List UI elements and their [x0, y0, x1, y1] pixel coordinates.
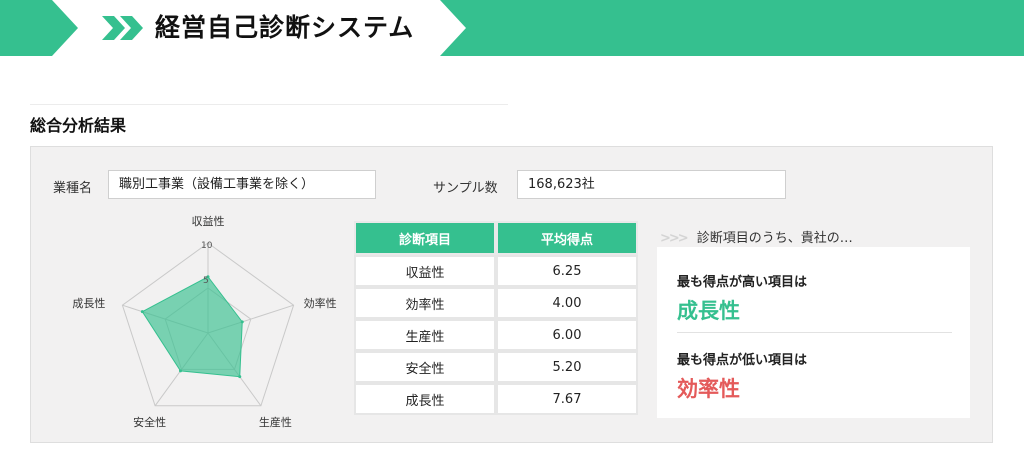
result-heading-text: 診断項目のうち、貴社の…: [696, 231, 853, 246]
radar-chart: [121, 242, 295, 407]
radar-axis-label: 安全性: [133, 415, 167, 429]
result-divider: [677, 332, 952, 333]
result-box: 最も得点が高い項目は 成長性 最も得点が低い項目は 効率性: [657, 247, 970, 418]
table-cell-item: 成長性: [354, 383, 496, 415]
table-cell-score: 6.00: [496, 319, 638, 351]
table-header-item: 診断項目: [354, 221, 496, 255]
table-row: 効率性 4.00: [354, 287, 638, 319]
industry-field: 職別工事業（設備工事業を除く）: [108, 170, 376, 199]
section-title: 総合分析結果: [30, 116, 127, 135]
radar-tick-label: 5: [203, 276, 209, 286]
table-cell-item: 効率性: [354, 287, 496, 319]
table-header-score: 平均得点: [496, 221, 638, 255]
header-banner: 経営自己診断システム: [0, 0, 1024, 58]
triple-chevron-icon: >>>: [660, 231, 689, 246]
lowest-score-value: 効率性: [677, 377, 740, 401]
sample-count-label: サンプル数: [433, 181, 498, 196]
table-row: 成長性 7.67: [354, 383, 638, 415]
table-cell-score: 5.20: [496, 351, 638, 383]
radar-data-point: [140, 310, 144, 314]
radar-data-point: [178, 369, 182, 373]
table-cell-score: 4.00: [496, 287, 638, 319]
score-table: 診断項目 平均得点 収益性 6.25 効率性 4.00 生産性 6.00 安全性…: [354, 221, 638, 415]
lowest-score-label: 最も得点が低い項目は: [677, 353, 808, 368]
radar-data-point: [240, 320, 244, 324]
radar-axis-label: 収益性: [191, 215, 225, 228]
highest-score-value: 成長性: [677, 299, 740, 323]
double-chevron-icon: [102, 16, 143, 40]
radar-axis-label: 成長性: [72, 297, 106, 311]
radar-data-point: [238, 375, 242, 379]
table-cell-item: 生産性: [354, 319, 496, 351]
radar-tick-label: 10: [201, 241, 213, 251]
industry-label: 業種名: [53, 181, 93, 196]
table-row: 収益性 6.25: [354, 255, 638, 287]
highest-score-label: 最も得点が高い項目は: [677, 275, 808, 290]
table-row: 安全性 5.20: [354, 351, 638, 383]
radar-axis-label: 効率性: [303, 297, 337, 311]
banner-shapes: [0, 0, 1024, 56]
table-header-row: 診断項目 平均得点: [354, 221, 638, 255]
table-cell-item: 収益性: [354, 255, 496, 287]
table-cell-score: 7.67: [496, 383, 638, 415]
radar-axis-label: 生産性: [258, 415, 292, 429]
table-cell-score: 6.25: [496, 255, 638, 287]
sample-count-field: 168,623社: [517, 170, 786, 199]
table-row: 生産性 6.00: [354, 319, 638, 351]
section-divider: [30, 104, 508, 105]
table-cell-item: 安全性: [354, 351, 496, 383]
radar-series-area: [141, 276, 243, 378]
page-title: 経営自己診断システム: [155, 13, 415, 42]
result-heading: >>> 診断項目のうち、貴社の…: [660, 227, 853, 246]
